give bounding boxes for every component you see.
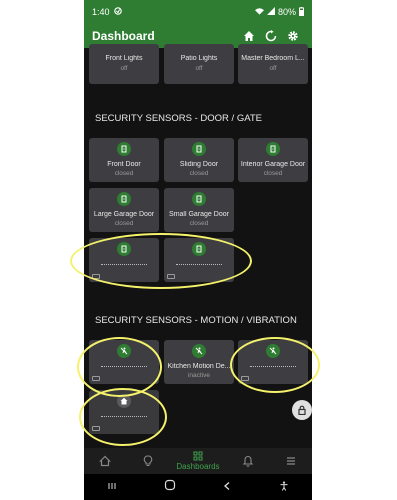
motion-off-icon — [266, 344, 280, 358]
tile-state: off — [195, 65, 203, 72]
home-icon — [117, 394, 131, 408]
obscured-label — [101, 416, 147, 420]
page-title: Dashboard — [92, 29, 155, 43]
gear-icon — [288, 31, 298, 41]
tile-label: Small Garage Door — [169, 211, 229, 218]
door-sensor-tile[interactable]: Interior Garage Door closed — [238, 138, 308, 182]
door-closed-icon — [192, 192, 206, 206]
light-tile[interactable]: Master Bedroom L... off — [238, 44, 308, 84]
obscured-label — [250, 366, 296, 370]
refresh-icon — [265, 30, 277, 42]
home-icon — [244, 31, 254, 41]
system-nav-bar — [84, 474, 312, 500]
tile-label: Large Garage Door — [93, 211, 155, 218]
nav-dashboards-label: Dashboards — [176, 462, 220, 471]
nav-lightbulb[interactable] — [128, 448, 168, 474]
door-closed-icon — [192, 142, 206, 156]
status-bar: 1:40 80% — [84, 0, 312, 24]
door-sensor-tile-obscured[interactable] — [164, 238, 234, 282]
motion-off-icon — [117, 344, 131, 358]
dashboard-grid-icon — [193, 451, 203, 461]
nav-home[interactable] — [85, 448, 125, 474]
dashboard-content: Front Lights off Patio Lights off Master… — [84, 44, 312, 448]
motion-sensor-tile-obscured[interactable] — [89, 340, 159, 384]
obscured-label — [101, 264, 147, 268]
tile-label: Master Bedroom L... — [241, 55, 305, 62]
light-tile[interactable]: Front Lights off — [89, 44, 159, 84]
battery-icon — [92, 274, 100, 279]
door-sensor-tile[interactable]: Small Garage Door closed — [164, 188, 234, 232]
door-closed-icon — [192, 242, 206, 256]
accessibility-button[interactable] — [279, 478, 289, 496]
tile-state: closed — [114, 170, 134, 177]
accessibility-icon — [280, 481, 288, 491]
home-outline-icon — [99, 455, 112, 467]
tile-label: Patio Lights — [180, 55, 218, 62]
door-closed-icon — [117, 142, 131, 156]
door-sensor-tile-obscured[interactable] — [89, 238, 159, 282]
tile-label: Front Lights — [105, 55, 143, 62]
nav-menu[interactable] — [271, 448, 311, 474]
tile-state: closed — [189, 170, 209, 177]
battery-icon — [92, 376, 100, 381]
back-chevron-icon — [224, 482, 230, 490]
motion-sensor-tile-obscured[interactable] — [238, 340, 308, 384]
status-time: 1:40 — [92, 7, 110, 17]
door-closed-icon — [117, 192, 131, 206]
battery-icon — [167, 274, 175, 279]
tile-state: closed — [263, 170, 283, 177]
tile-state: off — [120, 65, 128, 72]
tile-label: Sliding Door — [179, 161, 219, 168]
door-sensor-tile[interactable]: Front Door closed — [89, 138, 159, 182]
light-tile[interactable]: Patio Lights off — [164, 44, 234, 84]
motion-sensor-tile[interactable]: Kitchen Motion De... inactive — [164, 340, 234, 384]
sync-status-icon — [113, 7, 122, 17]
section-title-door-gate: SECURITY SENSORS - DOOR / GATE — [95, 113, 262, 124]
obscured-label — [101, 366, 147, 370]
wifi-icon — [254, 7, 264, 17]
home-tile-obscured[interactable] — [89, 390, 159, 434]
lock-icon — [298, 405, 306, 415]
circle-home-icon — [164, 479, 175, 491]
phone-screen: 1:40 80% Dashboard Front Lights off Pati… — [84, 0, 312, 500]
door-sensor-tile[interactable]: Large Garage Door closed — [89, 188, 159, 232]
obscured-label — [176, 264, 222, 268]
lightbulb-icon — [143, 455, 152, 466]
tile-state: closed — [114, 220, 134, 227]
recents-button[interactable] — [107, 478, 117, 496]
door-closed-icon — [117, 242, 131, 256]
tile-label: Front Door — [107, 161, 141, 168]
system-back-button[interactable] — [222, 478, 232, 496]
battery-icon — [92, 426, 100, 431]
nav-notifications[interactable] — [228, 448, 268, 474]
door-sensor-tile[interactable]: Sliding Door closed — [164, 138, 234, 182]
section-title-motion-vibration: SECURITY SENSORS - MOTION / VIBRATION — [95, 315, 297, 326]
tile-state: inactive — [187, 372, 211, 379]
lock-button[interactable] — [292, 400, 312, 420]
tile-label: Interior Garage Door — [240, 161, 306, 168]
battery-icon — [241, 376, 249, 381]
nav-dashboards[interactable]: Dashboards — [170, 448, 226, 474]
recents-icon — [108, 483, 116, 489]
battery-percent: 80% — [277, 7, 296, 17]
system-home-button[interactable] — [164, 478, 176, 496]
bottom-nav: Dashboards — [84, 448, 312, 474]
tile-state: closed — [189, 220, 209, 227]
battery-icon — [299, 6, 304, 18]
hamburger-menu-icon — [286, 457, 295, 465]
signal-icon — [266, 7, 275, 17]
tile-state: off — [269, 65, 277, 72]
motion-off-icon — [192, 344, 206, 358]
bell-icon — [243, 455, 254, 467]
door-closed-icon — [266, 142, 280, 156]
tile-label: Kitchen Motion De... — [167, 363, 231, 370]
